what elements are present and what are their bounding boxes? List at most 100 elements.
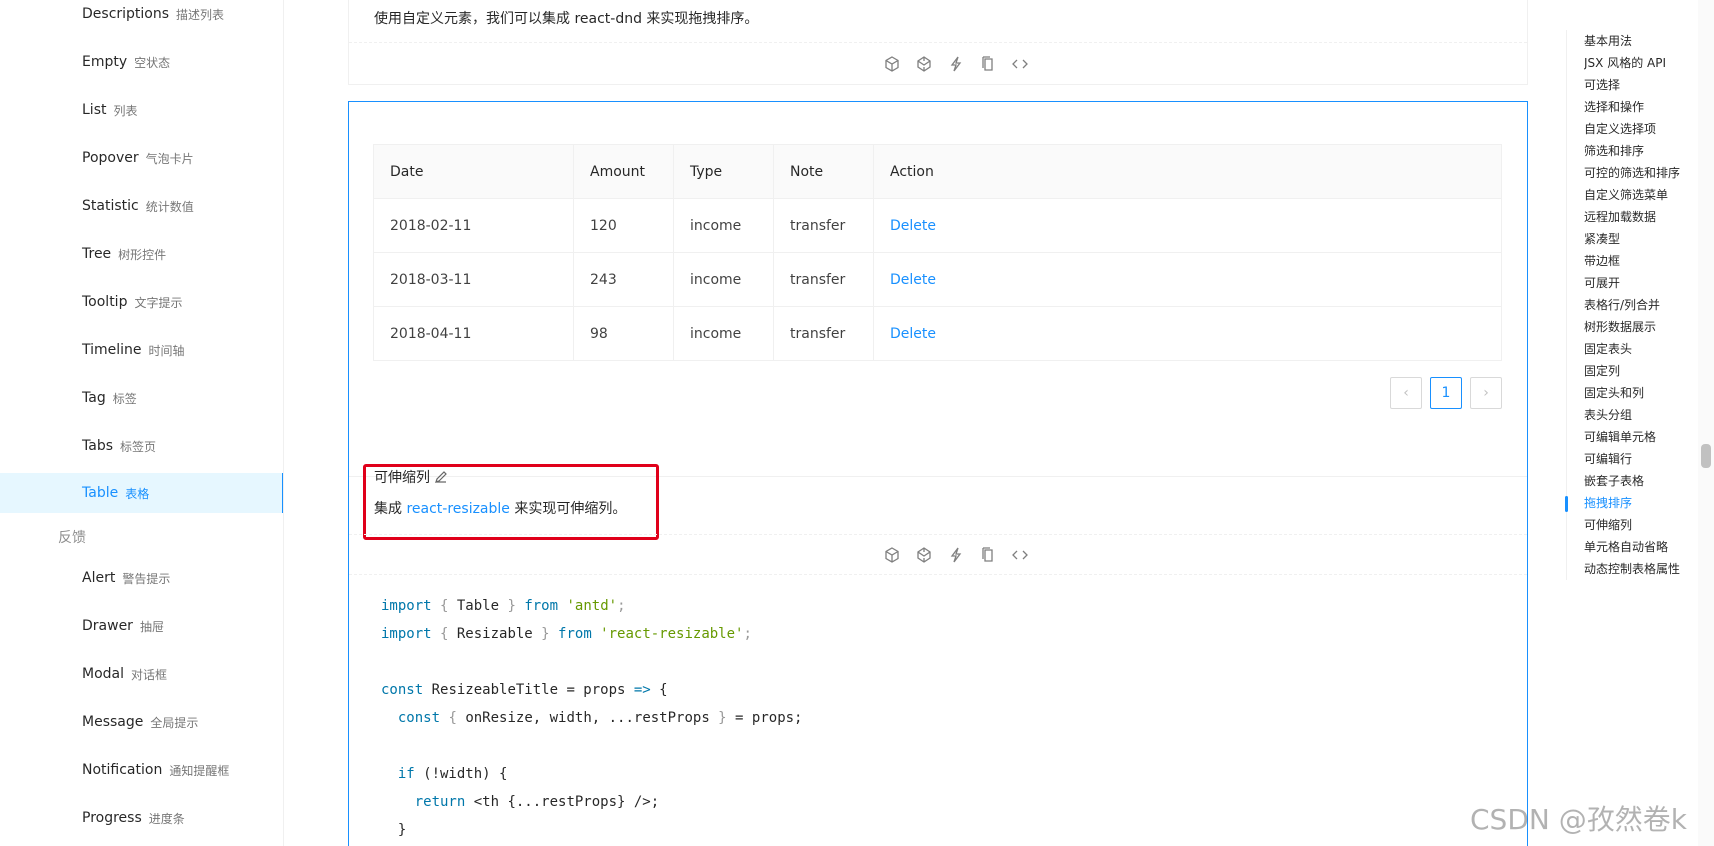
code-line: import { Resizable } from 'react-resizab… (381, 626, 752, 642)
cell-amount: 120 (573, 198, 674, 253)
sidebar-item-tooltip[interactable]: Tooltip 文字提示 (0, 282, 283, 322)
pagination-page-1[interactable]: 1 (1430, 377, 1462, 409)
anchor-link[interactable]: 紧凑型 (1584, 230, 1684, 247)
copy-icon[interactable] (979, 546, 997, 564)
column-header-date[interactable]: Date (373, 144, 574, 199)
anchor-link[interactable]: 树形数据展示 (1584, 318, 1684, 335)
sidebar-item-notification[interactable]: Notification 通知提醒框 (0, 750, 283, 790)
sidebar-item-label: Message (82, 714, 144, 730)
cell-note: transfer (773, 252, 874, 307)
cell-note: transfer (773, 306, 874, 361)
sidebar-item-sublabel: 时间轴 (148, 343, 185, 358)
cell-type: income (673, 252, 774, 307)
table-row: 2018-03-11 243 income transfer Delete (373, 252, 1502, 307)
cell-action: Delete (873, 306, 1502, 361)
anchor-link[interactable]: 可编辑单元格 (1584, 428, 1684, 445)
sidebar-item-tree[interactable]: Tree 树形控件 (0, 234, 283, 274)
sidebar-item-sublabel: 表格 (125, 486, 150, 501)
anchor-link[interactable]: 可编辑行 (1584, 450, 1684, 467)
sidebar-item-modal[interactable]: Modal 对话框 (0, 654, 283, 694)
anchor-link[interactable]: 可展开 (1584, 274, 1684, 291)
column-header-amount[interactable]: Amount (573, 144, 674, 199)
sidebar-item-sublabel: 描述列表 (176, 7, 225, 22)
code-icon[interactable] (1011, 55, 1029, 73)
anchor-link[interactable]: 固定头和列 (1584, 384, 1684, 401)
sidebar-item-sublabel: 标签页 (120, 439, 157, 454)
sidebar-item-popover[interactable]: Popover 气泡卡片 (0, 138, 283, 178)
anchor-link[interactable]: JSX 风格的 API (1584, 54, 1684, 71)
column-header-note[interactable]: Note (773, 144, 874, 199)
pagination-prev-button[interactable]: ‹ (1390, 377, 1422, 409)
sidebar-item-label: Progress (82, 810, 142, 826)
anchor-link[interactable]: 表头分组 (1584, 406, 1684, 423)
anchor-link[interactable]: 固定列 (1584, 362, 1684, 379)
divider (349, 574, 1527, 575)
anchor-link[interactable]: 表格行/列合并 (1584, 296, 1684, 313)
anchor-link[interactable]: 嵌套子表格 (1584, 472, 1684, 489)
thunderbolt-icon[interactable] (947, 55, 965, 73)
anchor-link[interactable]: 可伸缩列 (1584, 516, 1684, 533)
sidebar-item-label: Drawer (82, 618, 133, 634)
sidebar-item-list[interactable]: List 列表 (0, 90, 283, 130)
sidebar-item-statistic[interactable]: Statistic 统计数值 (0, 186, 283, 226)
codesandbox-icon[interactable] (883, 546, 901, 564)
anchor-link[interactable]: 筛选和排序 (1584, 142, 1684, 159)
anchor-ink-indicator (1565, 496, 1568, 512)
delete-link[interactable]: Delete (890, 218, 936, 234)
prev-demo-description: 使用自定义元素，我们可以集成 react-dnd 来实现拖拽排序。 (374, 11, 759, 27)
sidebar-group-feedback: 反馈 (58, 530, 86, 546)
anchor-link[interactable]: 带边框 (1584, 252, 1684, 269)
anchor-link-active[interactable]: 拖拽排序 (1584, 494, 1684, 511)
sidebar-menu: Descriptions 描述列表 Empty 空状态 List 列表 Popover… (0, 0, 284, 846)
thunderbolt-icon[interactable] (947, 546, 965, 564)
column-header-action[interactable]: Action (873, 144, 1502, 199)
anchor-link[interactable]: 可选择 (1584, 76, 1684, 93)
sidebar-item-table[interactable]: Table 表格 (0, 473, 283, 513)
anchor-link[interactable]: 自定义筛选菜单 (1584, 186, 1684, 203)
table-row: 2018-02-11 120 income transfer Delete (373, 198, 1502, 253)
annotation-highlight-box (363, 464, 659, 540)
anchor-link[interactable]: 可控的筛选和排序 (1584, 164, 1684, 181)
sidebar-item-empty[interactable]: Empty 空状态 (0, 42, 283, 82)
sidebar-item-sublabel: 通知提醒框 (169, 763, 230, 778)
code-icon[interactable] (1011, 546, 1029, 564)
cell-type: income (673, 198, 774, 253)
cell-amount: 243 (573, 252, 674, 307)
data-table: Date Amount Type Note Action 2018-02-11 … (373, 144, 1502, 361)
sidebar-item-tabs[interactable]: Tabs 标签页 (0, 426, 283, 466)
delete-link[interactable]: Delete (890, 272, 936, 288)
divider (349, 534, 1527, 535)
delete-link[interactable]: Delete (890, 326, 936, 342)
scrollbar-thumb[interactable] (1701, 444, 1711, 468)
sidebar-item-timeline[interactable]: Timeline 时间轴 (0, 330, 283, 370)
sidebar-item-tag[interactable]: Tag 标签 (0, 378, 283, 418)
codepen-icon[interactable] (915, 55, 933, 73)
pagination-next-button[interactable]: › (1470, 377, 1502, 409)
sidebar-item-progress[interactable]: Progress 进度条 (0, 798, 283, 838)
anchor-link[interactable]: 远程加载数据 (1584, 208, 1684, 225)
sidebar-item-sublabel: 全局提示 (150, 715, 199, 730)
sidebar-item-alert[interactable]: Alert 警告提示 (0, 558, 283, 598)
anchor-link[interactable]: 自定义选择项 (1584, 120, 1684, 137)
anchor-link[interactable]: 单元格自动省略 (1584, 538, 1684, 555)
codepen-icon[interactable] (915, 546, 933, 564)
anchor-link[interactable]: 动态控制表格属性 (1584, 560, 1684, 577)
cell-date: 2018-02-11 (373, 198, 574, 253)
anchor-link[interactable]: 固定表头 (1584, 340, 1684, 357)
cell-action: Delete (873, 252, 1502, 307)
sidebar-item-drawer[interactable]: Drawer 抽屉 (0, 606, 283, 646)
sidebar-item-descriptions[interactable]: Descriptions 描述列表 (0, 0, 283, 34)
page-scrollbar[interactable] (1698, 0, 1714, 846)
sidebar-item-label: Popover (82, 150, 139, 166)
prev-demo-actions (883, 55, 1029, 73)
code-line: if (!width) { (381, 766, 508, 782)
sidebar-item-sublabel: 气泡卡片 (145, 151, 194, 166)
codesandbox-icon[interactable] (883, 55, 901, 73)
sidebar-item-sublabel: 警告提示 (122, 571, 171, 586)
sidebar-item-label: Timeline (82, 342, 142, 358)
anchor-link[interactable]: 基本用法 (1584, 32, 1684, 49)
copy-icon[interactable] (979, 55, 997, 73)
column-header-type[interactable]: Type (673, 144, 774, 199)
sidebar-item-message[interactable]: Message 全局提示 (0, 702, 283, 742)
anchor-link[interactable]: 选择和操作 (1584, 98, 1684, 115)
